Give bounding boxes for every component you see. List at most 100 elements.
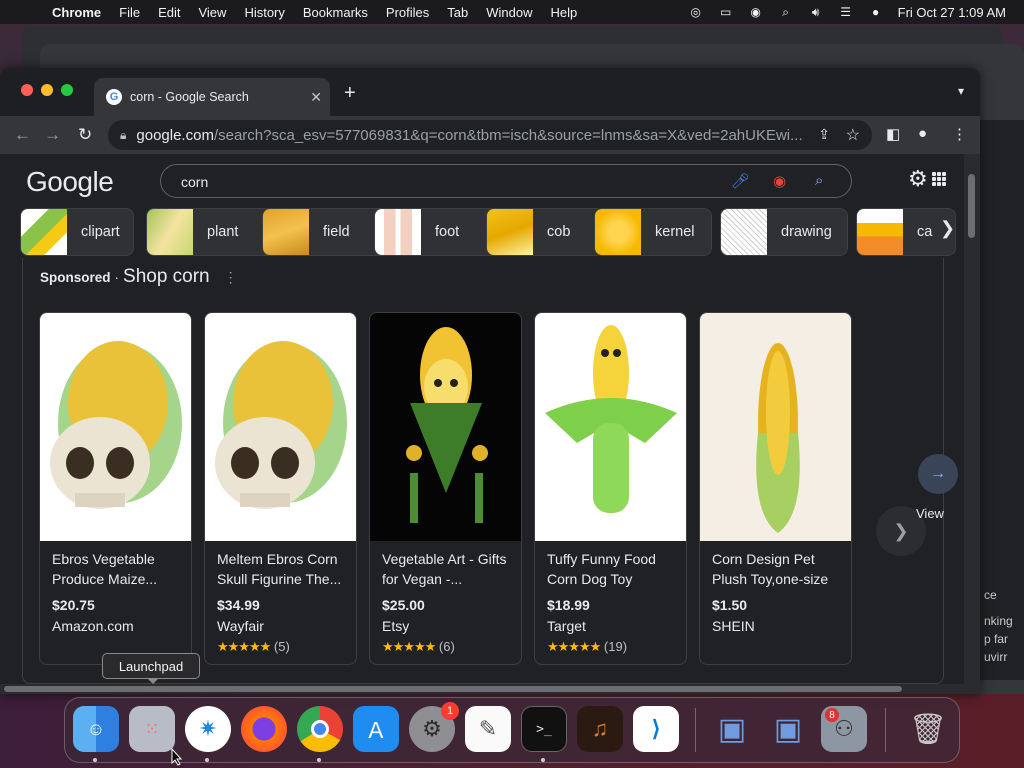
view-more-link[interactable]: → View: [916, 454, 958, 534]
chip-field[interactable]: field: [262, 208, 388, 256]
chip-clipart[interactable]: clipart: [20, 208, 134, 256]
review-count: (6): [438, 639, 455, 654]
horizontal-scroll-thumb[interactable]: [4, 686, 902, 692]
tab-corn-search[interactable]: G corn - Google Search ✕: [94, 78, 330, 116]
chips-next-chevron-icon[interactable]: ❯: [940, 218, 955, 239]
product-image[interactable]: [700, 313, 851, 541]
menu-edit[interactable]: Edit: [158, 5, 180, 20]
product-card[interactable]: Meltem Ebros Corn Skull Figurine The... …: [204, 312, 357, 665]
share-icon[interactable]: ⇪: [818, 126, 830, 143]
close-window-button[interactable]: [21, 84, 33, 96]
close-tab-icon[interactable]: ✕: [310, 89, 322, 106]
vertical-scrollbar[interactable]: [964, 154, 980, 684]
search-box[interactable]: 🎤︎ ◉ ⌕: [160, 164, 852, 198]
address-bar[interactable]: 🔒︎ google.com/search?sca_esv=577069831&q…: [108, 120, 872, 150]
control-center-icon[interactable]: ☰: [838, 5, 854, 19]
chrome-icon[interactable]: [297, 706, 343, 752]
product-price: $1.50: [712, 597, 748, 613]
product-title[interactable]: Corn Design Pet Plush Toy,one-size: [712, 549, 844, 589]
product-image[interactable]: [370, 313, 521, 541]
product-card[interactable]: Corn Design Pet Plush Toy,one-size $1.50…: [699, 312, 852, 665]
tab-search-chevron-icon[interactable]: ▾: [958, 84, 964, 98]
chip-foot[interactable]: foot: [374, 208, 498, 256]
sponsored-header: Sponsored · Shop corn ⋮: [40, 266, 238, 288]
menubar-clock[interactable]: Fri Oct 27 1:09 AM: [898, 5, 1006, 20]
window-switcher-icon[interactable]: ▭: [718, 5, 734, 19]
volume-icon[interactable]: 🔊︎: [808, 5, 824, 19]
virtualbox-icon[interactable]: ▣: [709, 706, 755, 752]
menu-view[interactable]: View: [198, 5, 226, 20]
product-image[interactable]: [535, 313, 686, 541]
chip-label: kernel: [655, 224, 695, 240]
chip-cob[interactable]: cob: [486, 208, 604, 256]
dock-separator: [695, 708, 696, 752]
menu-file[interactable]: File: [119, 5, 140, 20]
finder-icon[interactable]: ☺: [73, 706, 119, 752]
chip-kernel[interactable]: kernel: [594, 208, 712, 256]
chip-label: field: [323, 224, 350, 240]
system-settings-icon[interactable]: ⚙ 1: [409, 702, 459, 752]
product-title[interactable]: Meltem Ebros Corn Skull Figurine The...: [217, 549, 349, 589]
google-lens-icon[interactable]: ◉: [773, 172, 786, 190]
firefox-icon[interactable]: [241, 706, 287, 752]
siri-icon[interactable]: ●: [868, 5, 884, 19]
new-tab-button[interactable]: +: [344, 82, 356, 105]
more-options-icon[interactable]: ⋮: [224, 269, 238, 286]
tab-strip: G corn - Google Search ✕ + ▾: [0, 68, 980, 116]
garageband-icon[interactable]: ♫: [577, 706, 623, 752]
zoom-window-button[interactable]: [61, 84, 73, 96]
chrome-menu-icon[interactable]: ⋮: [952, 125, 967, 143]
horizontal-scrollbar[interactable]: [0, 684, 980, 694]
google-apps-icon[interactable]: [932, 172, 946, 186]
chip-label: drawing: [781, 224, 832, 240]
airdrop-icon[interactable]: ◉: [748, 5, 764, 19]
trash-icon[interactable]: 🗑︎: [905, 706, 951, 752]
chip-label: foot: [435, 224, 460, 240]
textedit-icon[interactable]: ✎: [465, 706, 511, 752]
spotlight-search-icon[interactable]: ⌕: [778, 5, 794, 19]
launchpad-icon[interactable]: ⁙: [129, 706, 175, 752]
lock-icon[interactable]: 🔒︎: [120, 128, 126, 143]
product-card[interactable]: Vegetable Art - Gifts for Vegan -... $25…: [369, 312, 522, 665]
product-card[interactable]: Tuffy Funny Food Corn Dog Toy $18.99 Tar…: [534, 312, 687, 665]
menu-profiles[interactable]: Profiles: [386, 5, 429, 20]
terminal-icon[interactable]: >_: [521, 706, 567, 752]
screen-mirroring-icon[interactable]: ◎: [688, 5, 704, 19]
minimize-window-button[interactable]: [41, 84, 53, 96]
bookmark-star-icon[interactable]: ☆: [846, 125, 860, 145]
app-store-icon[interactable]: Ａ: [353, 706, 399, 752]
search-input[interactable]: [181, 171, 701, 193]
google-logo[interactable]: Google: [26, 166, 114, 198]
virtualbox-vm-icon[interactable]: ▣: [765, 706, 811, 752]
menu-history[interactable]: History: [244, 5, 284, 20]
menu-tab[interactable]: Tab: [447, 5, 468, 20]
product-title[interactable]: Vegetable Art - Gifts for Vegan -...: [382, 549, 514, 589]
voice-search-mic-icon[interactable]: 🎤︎: [731, 172, 750, 190]
side-panel-icon[interactable]: ◧: [886, 125, 900, 143]
vscode-icon[interactable]: ⟩: [633, 706, 679, 752]
steam-icon[interactable]: ⚇ 8: [821, 706, 867, 752]
background-text-4: uvirr: [984, 650, 1008, 664]
menu-bookmarks[interactable]: Bookmarks: [303, 5, 368, 20]
reload-icon[interactable]: ↻: [78, 125, 92, 145]
product-title[interactable]: Ebros Vegetable Produce Maize...: [52, 549, 184, 589]
product-image[interactable]: [205, 313, 356, 541]
vertical-scroll-thumb[interactable]: [968, 174, 975, 238]
safari-icon[interactable]: ✷: [185, 706, 231, 752]
browser-toolbar: ← → ↻ 🔒︎ google.com/search?sca_esv=57706…: [0, 116, 980, 154]
corn-dog-toy-image: [545, 325, 677, 513]
product-image[interactable]: [40, 313, 191, 541]
menu-window[interactable]: Window: [486, 5, 532, 20]
settings-gear-icon[interactable]: ⚙: [908, 166, 928, 192]
chip-plant[interactable]: plant: [146, 208, 274, 256]
menu-help[interactable]: Help: [551, 5, 578, 20]
menu-app-name[interactable]: Chrome: [52, 5, 101, 20]
settings-notification-badge: 1: [441, 702, 459, 720]
profile-icon[interactable]: ●: [918, 125, 927, 142]
back-arrow-icon[interactable]: ←: [14, 125, 31, 145]
product-card[interactable]: Ebros Vegetable Produce Maize... $20.75 …: [39, 312, 192, 665]
forward-arrow-icon[interactable]: →: [44, 125, 61, 145]
chip-drawing[interactable]: drawing: [720, 208, 848, 256]
product-title[interactable]: Tuffy Funny Food Corn Dog Toy: [547, 549, 679, 589]
search-icon[interactable]: ⌕: [815, 172, 823, 189]
